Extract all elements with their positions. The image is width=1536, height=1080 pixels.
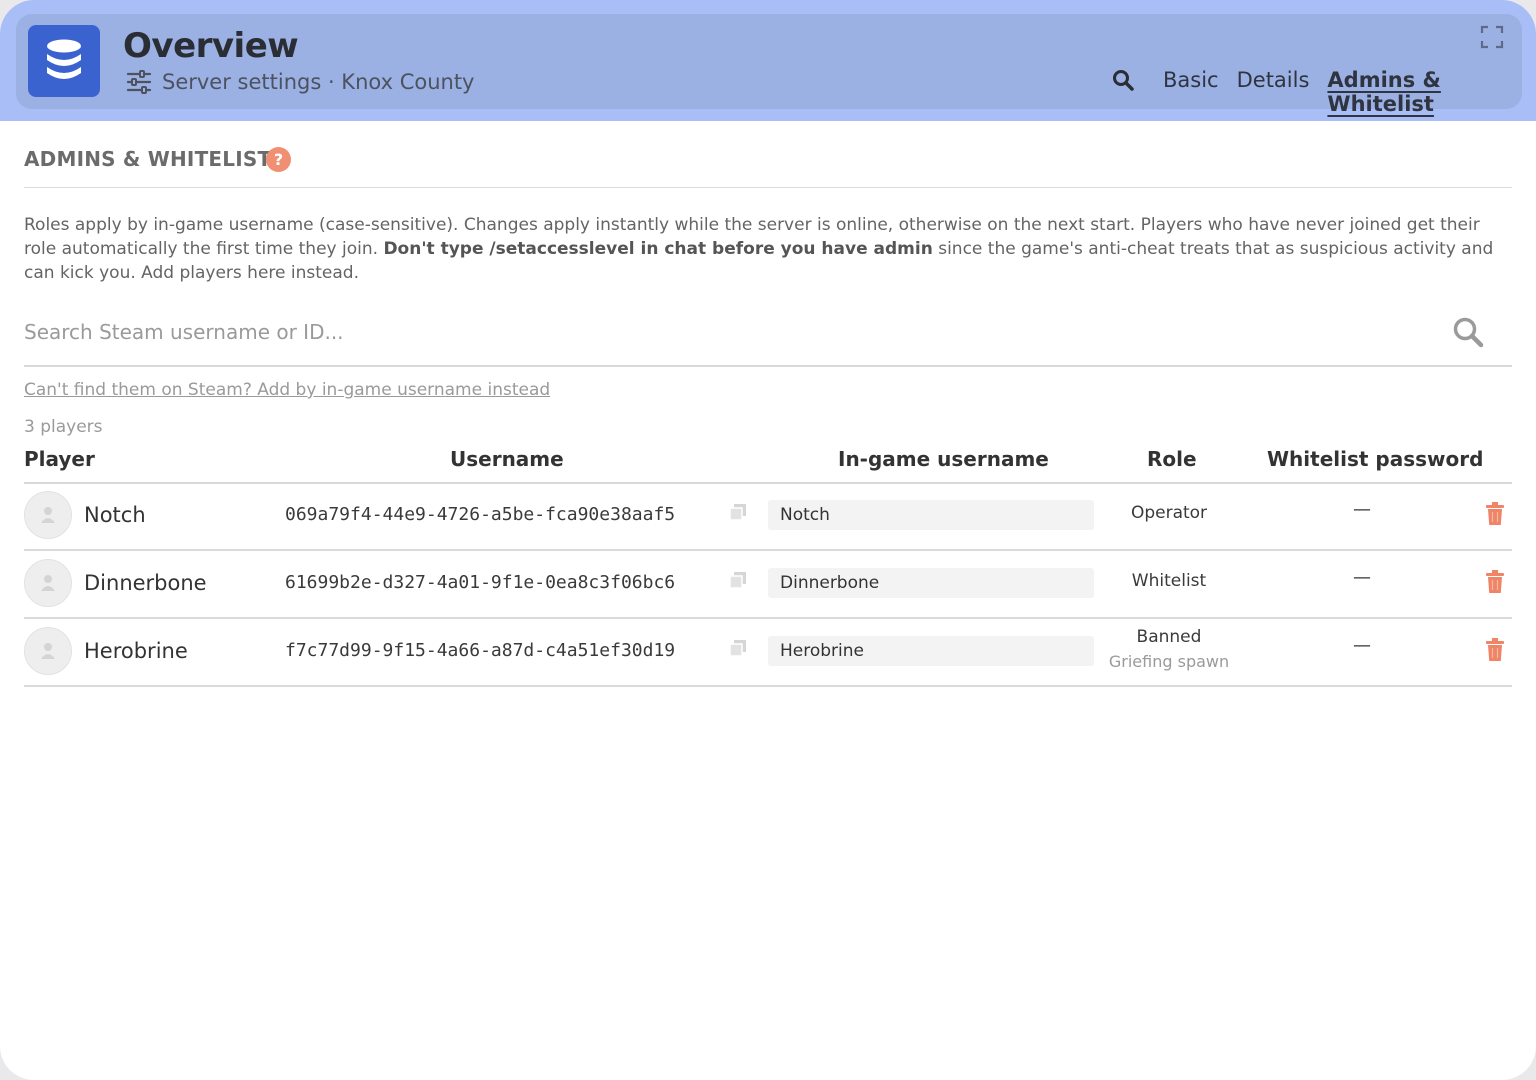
search-input[interactable] (24, 314, 1444, 350)
user-icon (41, 575, 55, 591)
whitelist-password: — (1353, 499, 1371, 520)
trash-icon[interactable] (1485, 502, 1505, 526)
description-warning: Don't type /setaccesslevel in chat befor… (383, 239, 933, 259)
tab-admins-whitelist[interactable]: Admins & Whitelist (1327, 68, 1522, 116)
avatar (24, 627, 72, 675)
role-note: Griefing spawn (1108, 652, 1230, 671)
user-icon (41, 643, 55, 659)
breadcrumb: Server settings · Knox County (126, 68, 475, 96)
section-title: ADMINS & WHITELIST (24, 147, 272, 171)
player-name: Notch (84, 503, 146, 527)
player-name: Herobrine (84, 639, 188, 663)
username-uuid: 61699b2e-d327-4a01-9f1e-0ea8c3f06bc6 (285, 572, 676, 593)
trash-icon[interactable] (1485, 638, 1505, 662)
add-by-username-link[interactable]: Can't find them on Steam? Add by in-game… (24, 380, 550, 400)
column-header-role: Role (1147, 447, 1197, 471)
avatar (24, 491, 72, 539)
whitelist-password: — (1353, 635, 1371, 656)
column-header-ingame-username: In-game username (838, 447, 1049, 471)
role-label: Banned (1136, 627, 1202, 647)
column-header-whitelist-password: Whitelist password (1267, 447, 1484, 471)
copy-icon[interactable] (729, 571, 747, 589)
sliders-icon (126, 70, 152, 94)
tab-basic[interactable]: Basic (1163, 68, 1219, 98)
expand-icon[interactable] (1480, 25, 1504, 49)
tab-bar: Basic Details Admins & Whitelist (1163, 68, 1522, 116)
divider (24, 187, 1512, 188)
copy-icon[interactable] (729, 503, 747, 521)
ingame-username-input[interactable] (768, 500, 1094, 530)
username-uuid: f7c77d99-9f15-4a66-a87d-c4a51ef30d19 (285, 640, 676, 661)
table-row: Herobrine f7c77d99-9f15-4a66-a87d-c4a51e… (24, 619, 1512, 687)
role-label: Whitelist (1131, 571, 1207, 591)
copy-icon[interactable] (729, 639, 747, 657)
avatar (24, 559, 72, 607)
ingame-username-input[interactable] (768, 636, 1094, 666)
search-icon[interactable] (1112, 69, 1134, 91)
breadcrumb-text: Server settings · Knox County (162, 70, 475, 94)
search-icon[interactable] (1452, 316, 1484, 348)
ingame-username-input[interactable] (768, 568, 1094, 598)
trash-icon[interactable] (1485, 570, 1505, 594)
table-row: Notch 069a79f4-44e9-4726-a5be-fca90e38aa… (24, 483, 1512, 551)
player-count: 3 players (24, 417, 103, 437)
column-header-player: Player (24, 447, 95, 471)
role-label: Operator (1130, 503, 1208, 523)
header: Overview Server settings · Knox County B… (16, 14, 1522, 116)
page-title: Overview (123, 26, 299, 66)
app-window: Overview Server settings · Knox County B… (0, 0, 1536, 1080)
search-underline (24, 365, 1512, 367)
database-icon (28, 25, 100, 97)
description-text: Roles apply by in-game username (case-se… (24, 215, 1494, 283)
whitelist-password: — (1353, 567, 1371, 588)
player-name: Dinnerbone (84, 571, 207, 595)
column-header-username: Username (450, 447, 564, 471)
help-icon[interactable]: ? (266, 147, 291, 172)
table-row: Dinnerbone 61699b2e-d327-4a01-9f1e-0ea8c… (24, 551, 1512, 619)
user-icon (41, 507, 55, 523)
username-uuid: 069a79f4-44e9-4726-a5be-fca90e38aaf5 (285, 504, 676, 525)
tab-details[interactable]: Details (1237, 68, 1310, 98)
